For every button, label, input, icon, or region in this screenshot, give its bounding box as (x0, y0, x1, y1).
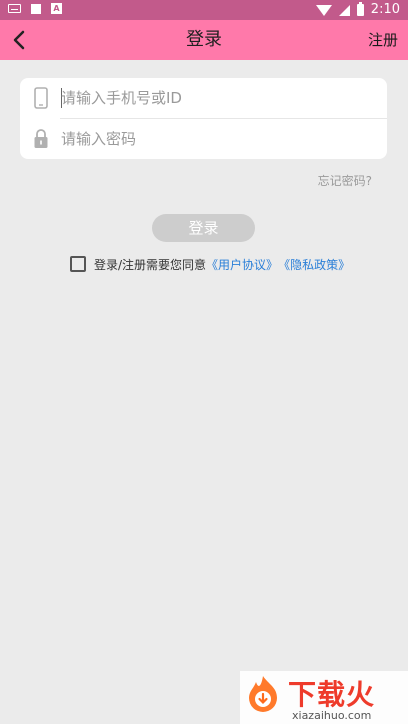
battery-icon (356, 2, 364, 16)
square-icon (31, 3, 41, 14)
watermark: 下载火 xiazaihuo.com (240, 671, 408, 724)
status-right-icons: 2:10 (315, 2, 400, 18)
flame-logo-icon (249, 676, 277, 712)
password-row (20, 119, 387, 159)
agreement-row: 登录/注册需要您同意 《用户协议》 《隐私政策》 (70, 256, 350, 272)
status-bar: A 2:10 (0, 0, 408, 20)
phone-input[interactable] (61, 84, 371, 112)
password-input[interactable] (61, 125, 371, 153)
page-title: 登录 (186, 29, 222, 50)
phone-row (20, 78, 387, 118)
status-time: 2:10 (370, 2, 400, 17)
status-left-icons: A (8, 3, 62, 14)
keyboard-icon (8, 4, 21, 13)
watermark-url: xiazaihuo.com (292, 709, 372, 722)
top-bar: 登录 注册 (0, 20, 408, 60)
wifi-icon (315, 4, 332, 16)
lock-icon (34, 129, 48, 148)
agreement-text: 登录/注册需要您同意 (94, 257, 207, 272)
forgot-password-link[interactable]: 忘记密码? (318, 172, 372, 189)
privacy-policy-link[interactable]: 《隐私政策》 (278, 256, 350, 273)
phone-icon (34, 87, 48, 109)
agreement-checkbox[interactable] (70, 256, 86, 272)
a-icon: A (51, 3, 62, 14)
login-button[interactable]: 登录 (152, 214, 255, 242)
login-form-card (20, 78, 387, 159)
watermark-brand: 下载火 (288, 678, 376, 711)
user-agreement-link[interactable]: 《用户协议》 (206, 256, 278, 273)
register-button[interactable]: 注册 (368, 20, 398, 60)
signal-icon (338, 4, 350, 16)
